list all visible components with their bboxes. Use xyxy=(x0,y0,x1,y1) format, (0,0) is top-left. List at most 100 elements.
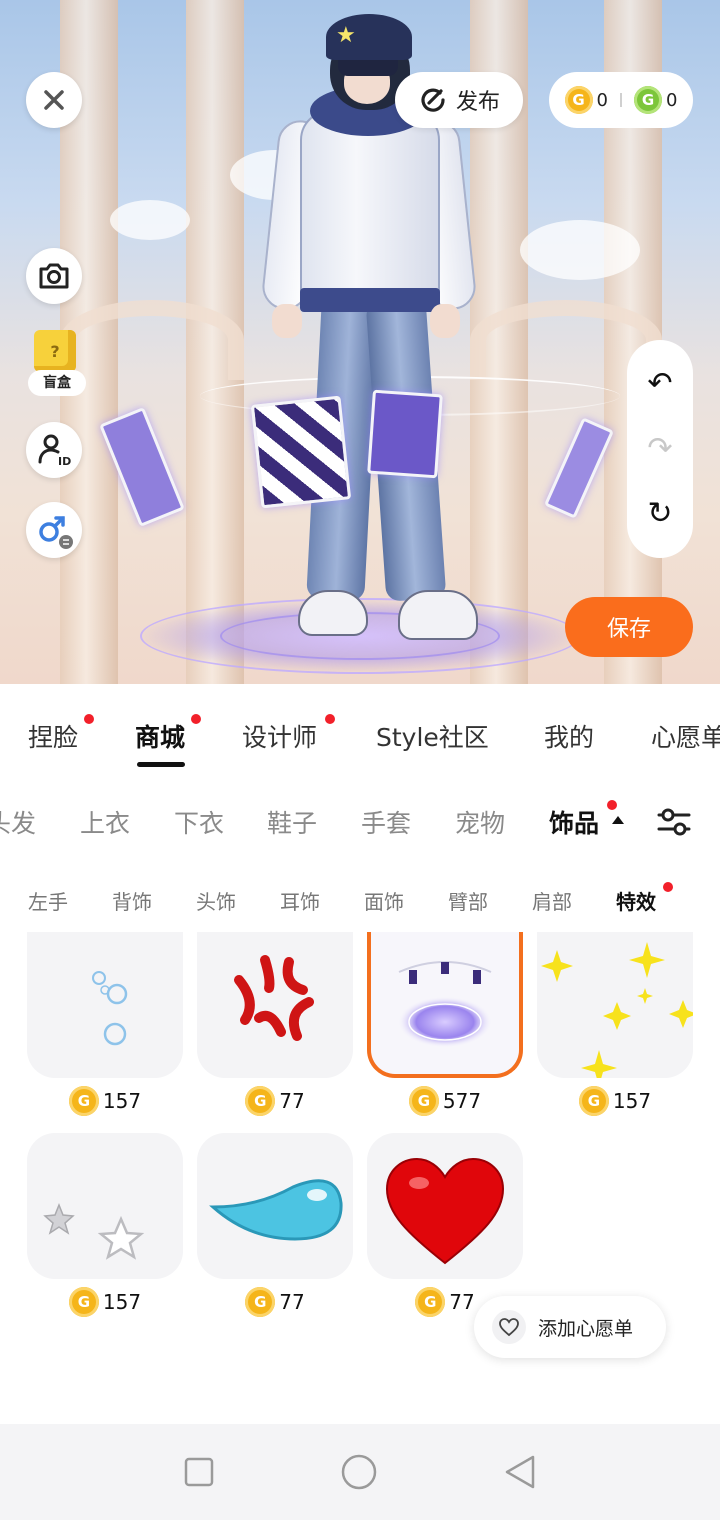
heart-effect-icon xyxy=(385,1157,505,1265)
item-price: G 157 xyxy=(27,1086,183,1116)
subcategory-face[interactable]: 面饰 xyxy=(364,886,404,915)
subcategory-bar: 左手 背饰 头饰 耳饰 面饰 臂部 肩部 特效 xyxy=(0,866,720,926)
blindbox-label: 盲盒 xyxy=(28,370,86,396)
back-icon[interactable] xyxy=(503,1454,537,1490)
subcategory-head[interactable]: 头饰 xyxy=(196,886,236,915)
home-icon[interactable] xyxy=(340,1453,378,1491)
subcategory-back[interactable]: 背饰 xyxy=(112,886,152,915)
id-icon: ID xyxy=(38,434,71,468)
gender-switch-button[interactable] xyxy=(26,502,82,558)
category-accessories[interactable]: 饰品 xyxy=(549,804,599,840)
blindbox-button[interactable]: ? 盲盒 xyxy=(28,330,86,400)
category-bottom[interactable]: 下衣 xyxy=(174,804,224,840)
subcategory-shoulder[interactable]: 肩部 xyxy=(532,886,572,915)
item-thumbnail[interactable] xyxy=(27,1133,183,1279)
publish-icon xyxy=(421,88,445,112)
avatar-hand xyxy=(272,304,302,338)
camera-icon xyxy=(39,263,69,289)
tab-wishlist[interactable]: 心愿单 xyxy=(651,718,720,754)
item-card[interactable]: G 157 xyxy=(27,932,183,1116)
close-icon xyxy=(44,90,64,110)
tab-mine[interactable]: 我的 xyxy=(544,718,594,754)
item-card-selected[interactable]: G 577 xyxy=(367,932,523,1116)
gold-coin-icon: G xyxy=(245,1086,276,1116)
blindbox-icon: ? xyxy=(34,330,76,372)
item-card[interactable]: G 77 xyxy=(367,1133,523,1317)
item-card[interactable]: G 157 xyxy=(27,1133,183,1317)
redo-icon[interactable]: ↷ xyxy=(647,429,672,469)
category-hair[interactable]: 头发 xyxy=(0,804,36,840)
currency-balance[interactable]: G 0 G 0 xyxy=(549,72,693,128)
item-thumbnail[interactable] xyxy=(537,932,693,1078)
recent-apps-icon[interactable] xyxy=(183,1456,215,1488)
green-coin-icon: G xyxy=(634,86,662,114)
item-thumbnail[interactable] xyxy=(367,1133,523,1279)
item-card[interactable]: G 77 xyxy=(197,932,353,1116)
avatar-id-button[interactable]: ID xyxy=(26,422,82,478)
price-value: 157 xyxy=(102,1089,142,1113)
water-drop-icon xyxy=(209,1179,343,1241)
undo-icon[interactable]: ↶ xyxy=(647,364,672,404)
tab-face[interactable]: 捏脸 xyxy=(28,718,78,754)
category-bar: 头发 上衣 下衣 鞋子 手套 宠物 饰品 xyxy=(0,784,720,856)
item-price: G 77 xyxy=(197,1287,353,1317)
item-card[interactable]: G 77 xyxy=(197,1133,353,1317)
category-gloves[interactable]: 手套 xyxy=(361,804,411,840)
price-value: 77 xyxy=(279,1089,305,1113)
item-thumbnail[interactable] xyxy=(367,932,523,1078)
subcategory-ear[interactable]: 耳饰 xyxy=(280,886,320,915)
cloud xyxy=(520,220,640,280)
background-arch xyxy=(60,300,244,380)
notification-dot xyxy=(663,882,673,892)
tab-designer[interactable]: 设计师 xyxy=(242,718,317,754)
save-button[interactable]: 保存 xyxy=(565,597,693,657)
item-card[interactable]: G 157 xyxy=(537,932,693,1116)
item-thumbnail[interactable] xyxy=(197,932,353,1078)
tab-style-community[interactable]: Style社区 xyxy=(376,718,489,754)
avatar-hand xyxy=(430,304,460,338)
main-tab-bar: 捏脸 商城 设计师 Style社区 我的 心愿单 xyxy=(0,684,720,784)
item-thumbnail[interactable] xyxy=(27,932,183,1078)
subcategory-arm[interactable]: 臂部 xyxy=(448,886,488,915)
category-top[interactable]: 上衣 xyxy=(80,804,130,840)
publish-button[interactable]: 发布 xyxy=(395,72,523,128)
gold-coin-icon: G xyxy=(415,1287,446,1317)
avatar-shoe xyxy=(398,590,478,640)
camera-button[interactable] xyxy=(26,248,82,304)
star-icon: ★ xyxy=(336,23,356,48)
price-value: 77 xyxy=(449,1290,475,1314)
green-coin-count: 0 xyxy=(666,89,678,111)
category-pets[interactable]: 宠物 xyxy=(455,804,505,840)
gold-coin-icon: G xyxy=(68,1287,99,1317)
svg-text:ID: ID xyxy=(58,455,71,468)
tab-shop[interactable]: 商城 xyxy=(135,718,185,754)
save-label: 保存 xyxy=(606,617,651,642)
floating-card xyxy=(367,389,443,479)
gold-coin-icon: G xyxy=(245,1287,276,1317)
anger-mark-icon xyxy=(234,955,314,1041)
heart-icon xyxy=(492,1310,526,1344)
avatar-jacket-band xyxy=(300,288,440,312)
notification-dot xyxy=(84,714,94,724)
cloud xyxy=(110,200,190,240)
gold-coin-count: 0 xyxy=(596,89,608,111)
active-tab-indicator xyxy=(137,762,185,767)
subcategory-left-hand[interactable]: 左手 xyxy=(28,886,68,915)
avatar-jacket xyxy=(300,110,440,310)
reset-icon[interactable]: ↻ xyxy=(647,494,672,534)
item-thumbnail[interactable] xyxy=(197,1133,353,1279)
item-price: G 157 xyxy=(537,1086,693,1116)
magic-circle-icon xyxy=(397,961,493,1048)
notification-dot xyxy=(191,714,201,724)
item-price: G 577 xyxy=(367,1086,523,1116)
notification-dot xyxy=(325,714,335,724)
price-value: 157 xyxy=(102,1290,142,1314)
category-shoes[interactable]: 鞋子 xyxy=(267,804,317,840)
item-price: G 77 xyxy=(197,1086,353,1116)
notification-dot xyxy=(607,800,617,810)
close-button[interactable] xyxy=(26,72,82,128)
bubbles-effect-icon xyxy=(92,971,128,1046)
subcategory-effects[interactable]: 特效 xyxy=(616,886,656,915)
filter-button[interactable] xyxy=(654,802,694,842)
add-wishlist-button[interactable]: 添加心愿单 xyxy=(474,1296,666,1358)
